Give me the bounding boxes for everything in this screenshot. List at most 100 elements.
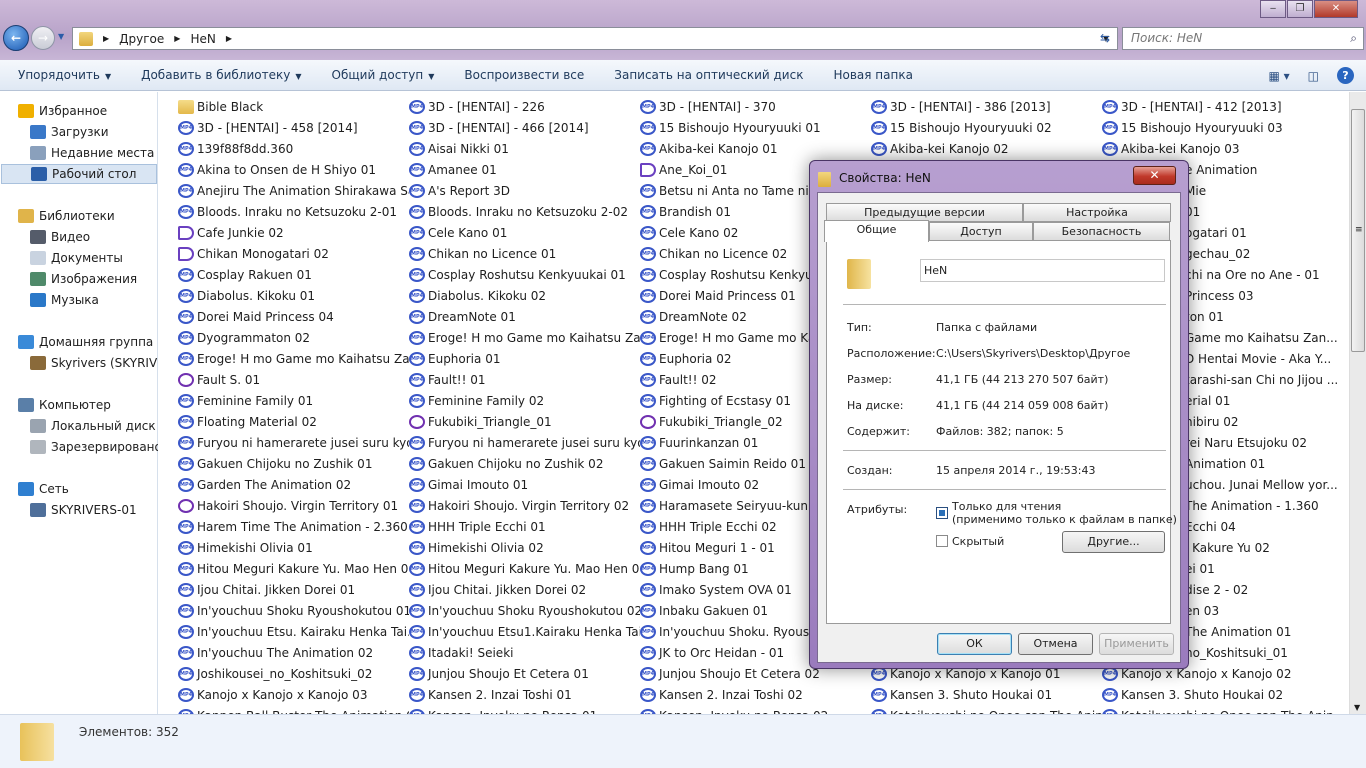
file-item[interactable]: MP4 In'youchuu Shoku Ryoushokutou 02 — [409, 600, 640, 621]
file-item[interactable]: MP4 Floating Material 02 — [178, 411, 409, 432]
file-item[interactable]: MP4 Dorei Maid Princess 04 — [178, 306, 409, 327]
file-item[interactable]: MP4 Akiba-kei Kanojo 02 — [871, 138, 1102, 159]
vertical-scrollbar[interactable]: ≡ ▼ — [1349, 92, 1366, 714]
sidebar-item[interactable]: Изображения — [30, 269, 158, 289]
file-item[interactable]: MP4 Eroge! H mo Game mo Kaihatsu Zan... — [178, 348, 409, 369]
file-item[interactable]: MP4 Euphoria 01 — [409, 348, 640, 369]
file-item[interactable]: no_Koshitsuki_01 — [1185, 642, 1349, 663]
tab-sharing[interactable]: Доступ — [929, 222, 1033, 241]
file-item[interactable]: uchou. Junai Mellow yor... — [1185, 474, 1349, 495]
dialog-close-button[interactable]: ✕ — [1133, 166, 1176, 185]
file-item[interactable]: MP4 Feminine Family 02 — [409, 390, 640, 411]
sidebar-item[interactable]: Skyrivers (SKYRIVERS-01) — [30, 353, 158, 373]
tab-security[interactable]: Безопасность — [1033, 222, 1170, 241]
file-item[interactable]: MP4 Kansen 3. Shuto Houkai 01 — [871, 684, 1102, 705]
file-item[interactable]: MP4 Kansen 2. Inzai Toshi 01 — [409, 684, 640, 705]
toolbar-item[interactable]: Записать на оптический диск — [614, 68, 803, 82]
file-item[interactable]: MP4 Ijou Chitai. Jikken Dorei 02 — [409, 579, 640, 600]
file-item[interactable]: MP4 Cele Kano 01 — [409, 222, 640, 243]
file-item[interactable]: Mie — [1185, 180, 1349, 201]
file-item[interactable]: MP4 Junjou Shoujo Et Cetera 01 — [409, 663, 640, 684]
file-item[interactable]: MP4 139f88f8dd.360 — [178, 138, 409, 159]
address-bar[interactable]: ▶ Другое ▶ HeN ▶ ▼ — [72, 27, 1118, 50]
file-item[interactable]: Fukubiki_Triangle_01 — [409, 411, 640, 432]
view-options-icon[interactable]: ▦ ▾ — [1268, 69, 1289, 83]
file-item[interactable]: erial 01 — [1185, 390, 1349, 411]
file-item[interactable]: MP4 Feminine Family 01 — [178, 390, 409, 411]
file-item[interactable]: The Animation 01 — [1185, 621, 1349, 642]
sidebar-item[interactable]: Недавние места — [30, 143, 158, 163]
file-item[interactable]: MP4 3D - [HENTAI] - 412 [2013] — [1102, 96, 1333, 117]
file-item[interactable]: MP4 Kansen 3. Shuto Houkai 02 — [1102, 684, 1333, 705]
file-item[interactable]: gechau_02 — [1185, 243, 1349, 264]
sidebar-item[interactable]: Домашняя группа — [18, 332, 158, 352]
sidebar-item[interactable]: Библиотеки — [18, 206, 158, 226]
file-item[interactable]: MP4 Ijou Chitai. Jikken Dorei 01 — [178, 579, 409, 600]
toolbar-item[interactable]: Воспроизвести все — [464, 68, 584, 82]
file-item[interactable]: MP4 3D - [HENTAI] - 226 — [409, 96, 640, 117]
file-item[interactable]: MP4 Hitou Meguri Kakure Yu. Mao Hen 02 — [409, 558, 640, 579]
scrollbar-thumb[interactable]: ≡ — [1351, 109, 1365, 352]
hidden-checkbox[interactable] — [936, 535, 948, 547]
file-item[interactable]: The Animation - 1.360 — [1185, 495, 1349, 516]
file-item[interactable]: MP4 Harem Time The Animation - 2.360 — [178, 516, 409, 537]
file-item[interactable]: MP4 3D - [HENTAI] - 386 [2013] — [871, 96, 1102, 117]
file-item[interactable]: MP4 Cosplay Rakuen 01 — [178, 264, 409, 285]
file-item[interactable]: MP4Kanpen Ball Buster The Animation 01 — [178, 705, 409, 714]
file-item[interactable]: MP4 Akiba-kei Kanojo 01 — [640, 138, 871, 159]
file-item[interactable]: e Animation — [1185, 159, 1349, 180]
breadcrumb-item[interactable]: HeN — [190, 32, 215, 46]
apply-button[interactable]: Применить — [1099, 633, 1174, 655]
close-button[interactable]: ✕ — [1314, 0, 1358, 18]
file-item[interactable]: MP4 Amanee 01 — [409, 159, 640, 180]
file-item[interactable]: MP4 3D - [HENTAI] - 458 [2014] — [178, 117, 409, 138]
file-item[interactable]: MP4 Hitou Meguri Kakure Yu. Mao Hen 01 — [178, 558, 409, 579]
file-item[interactable]: Princess 03 — [1185, 285, 1349, 306]
refresh-icon[interactable]: ⇆ — [1093, 27, 1117, 50]
sidebar-item[interactable]: Сеть — [18, 479, 158, 499]
file-item[interactable]: MP4 Himekishi Olivia 02 — [409, 537, 640, 558]
sidebar-item[interactable]: Избранное — [18, 101, 158, 121]
tab-customize[interactable]: Настройка — [1023, 203, 1171, 222]
file-item[interactable]: D Hentai Movie - Aka Y... — [1185, 348, 1349, 369]
file-item[interactable]: MP4 Furyou ni hamerarete jusei suru kyo..… — [178, 432, 409, 453]
file-item[interactable]: MP4 In'youchuu Shoku Ryoushokutou 01 — [178, 600, 409, 621]
file-item[interactable]: MP4 Gakuen Chijoku no Zushik 02 — [409, 453, 640, 474]
search-icon[interactable]: ⌕ — [1350, 28, 1357, 49]
file-item[interactable]: Animation 01 — [1185, 453, 1349, 474]
file-item[interactable]: MP4 Hakoiri Shoujo. Virgin Territory 02 — [409, 495, 640, 516]
file-item[interactable]: ton 01 — [1185, 306, 1349, 327]
file-item[interactable]: MP4 In'youchuu Etsu. Kairaku Henka Tai... — [178, 621, 409, 642]
file-item[interactable]: MP4 Gakuen Chijoku no Zushik 01 — [178, 453, 409, 474]
file-item[interactable]: MP4 Anejiru The Animation Shirakawa Sa... — [178, 180, 409, 201]
file-item[interactable]: chi na Ore no Ane - 01 — [1185, 264, 1349, 285]
file-item[interactable]: 01 — [1185, 201, 1349, 222]
file-item[interactable]: MP4 HHH Triple Ecchi 01 — [409, 516, 640, 537]
breadcrumb-separator-icon[interactable]: ▶ — [174, 34, 180, 43]
file-item[interactable]: en 03 — [1185, 600, 1349, 621]
file-item[interactable]: MP4 3D - [HENTAI] - 370 — [640, 96, 871, 117]
file-item[interactable]: hibiru 02 — [1185, 411, 1349, 432]
file-item[interactable]: MP4 Bloods. Inraku no Ketsuzoku 2-01 — [178, 201, 409, 222]
sidebar-item[interactable]: Видео — [30, 227, 158, 247]
file-item[interactable]: ogatari 01 — [1185, 222, 1349, 243]
file-item[interactable]: MP4Kansen. Inyoku no Rensa 01 — [409, 705, 640, 714]
file-item[interactable]: MP4 Itadaki! Seieki — [409, 642, 640, 663]
file-item[interactable]: Hakoiri Shoujo. Virgin Territory 01 — [178, 495, 409, 516]
file-item[interactable]: Game mo Kaihatsu Zan... — [1185, 327, 1349, 348]
file-item[interactable]: MP4 Gimai Imouto 01 — [409, 474, 640, 495]
sidebar-item[interactable]: Документы — [30, 248, 158, 268]
file-item[interactable]: MP4 Dyogrammaton 02 — [178, 327, 409, 348]
sidebar-item[interactable]: Зарезервировано системой — [30, 437, 158, 457]
file-item[interactable]: MP4 Cosplay Roshutsu Kenkyuukai 01 — [409, 264, 640, 285]
file-item[interactable]: MP4 Bloods. Inraku no Ketsuzoku 2-02 — [409, 201, 640, 222]
file-item[interactable]: MP4 Furyou ni hamerarete jusei suru kyo..… — [409, 432, 640, 453]
file-item[interactable]: MP4 Akiba-kei Kanojo 03 — [1102, 138, 1333, 159]
file-item[interactable]: ei 01 — [1185, 558, 1349, 579]
file-item[interactable]: MP4 DreamNote 01 — [409, 306, 640, 327]
tab-general[interactable]: Общие — [824, 220, 929, 242]
history-dropdown-icon[interactable]: ▼ — [58, 32, 64, 41]
toolbar-item[interactable]: Общий доступ ▼ — [332, 68, 435, 82]
toolbar-item[interactable]: Добавить в библиотеку ▼ — [141, 68, 301, 82]
breadcrumb-item[interactable]: Другое — [119, 32, 164, 46]
